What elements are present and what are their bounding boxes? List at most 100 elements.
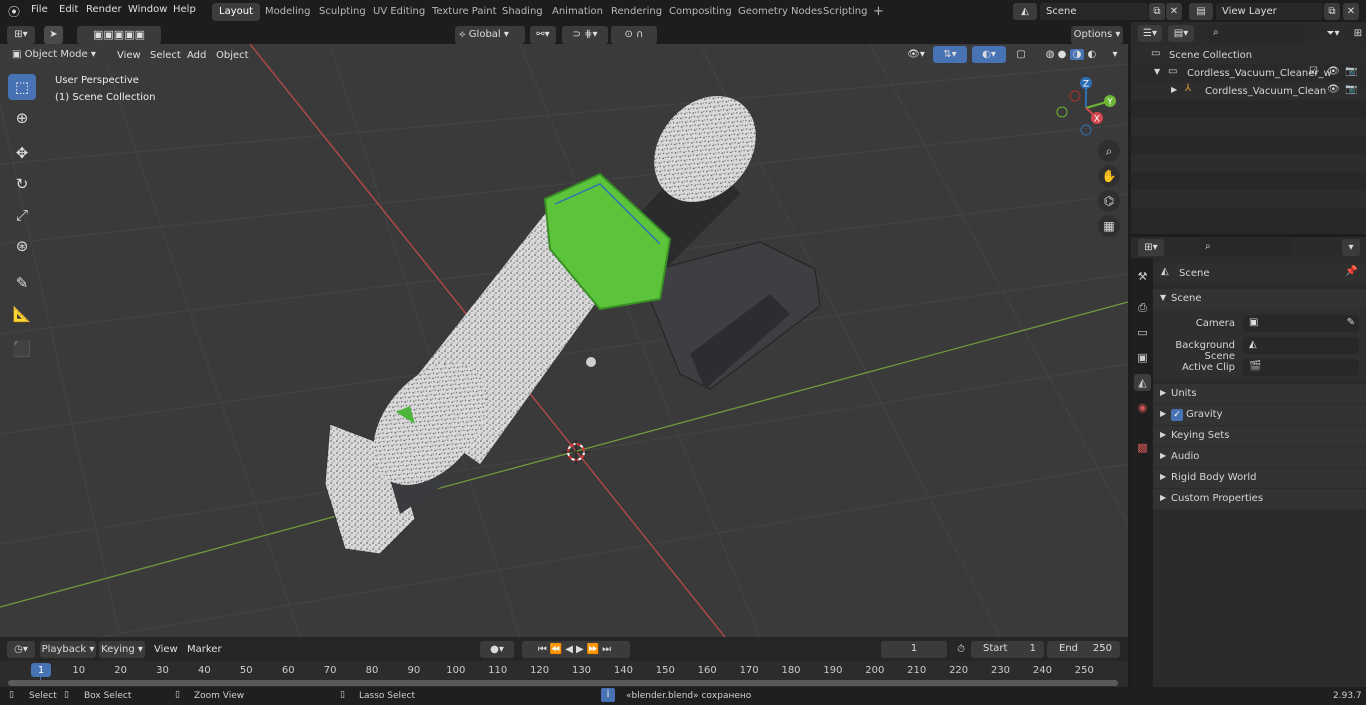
auto-keying-icon[interactable]: ●▾ [480, 641, 514, 658]
measure-tool-icon[interactable]: 📐 [8, 301, 36, 327]
menu-object[interactable]: Object [216, 50, 249, 61]
view-layer-copy-icon[interactable]: ⧉ [1324, 3, 1340, 20]
checkbox-icon[interactable]: ☑ [1309, 66, 1318, 77]
menu-select[interactable]: Select [150, 50, 181, 61]
view-layer-browse-icon[interactable]: ▤ [1189, 3, 1213, 20]
transform-orientation[interactable]: ⟡ Global ▾ [455, 26, 525, 44]
scene-name-field[interactable]: Scene [1040, 3, 1148, 20]
menu-add[interactable]: Add [187, 50, 206, 61]
camera-icon[interactable]: 📷 [1345, 66, 1357, 77]
units-panel[interactable]: ▶ Units [1153, 384, 1366, 404]
gizmo-toggle-icon[interactable]: ⇅▾ [933, 46, 967, 63]
3d-cursor[interactable] [562, 438, 590, 466]
props-editor-icon[interactable]: ⊞▾ [1138, 239, 1164, 256]
pivot-point-icon[interactable]: ⚯▾ [530, 26, 556, 44]
rotate-tool-icon[interactable]: ↻ [8, 171, 36, 197]
menu-help[interactable]: Help [173, 4, 196, 15]
background-scene-field[interactable]: ◭ [1243, 337, 1359, 354]
props-search-input[interactable]: ⌕ [1199, 239, 1291, 256]
scene-copy-icon[interactable]: ⧉ [1149, 3, 1165, 20]
current-frame-field[interactable]: 1 [881, 641, 947, 658]
options-button[interactable]: Options ▾ [1071, 26, 1123, 44]
blender-logo-icon[interactable]: ⦿ [8, 3, 20, 20]
orthographic-toggle-icon[interactable]: ▦ [1098, 215, 1120, 237]
selection-mode-icons[interactable]: ▣▣▣▣▣ [77, 26, 161, 44]
end-frame-field[interactable]: End 250 [1047, 641, 1120, 658]
stopwatch-icon[interactable]: ⏱ [953, 641, 969, 658]
tab-sculpting[interactable]: Sculpting [312, 3, 373, 21]
xray-icon[interactable]: ▢ [1013, 46, 1029, 63]
3d-viewport[interactable]: User Perspective (1) Scene Collection Z … [0, 44, 1128, 637]
menu-edit[interactable]: Edit [59, 4, 78, 15]
scene-panel-header[interactable]: ▼ Scene [1153, 289, 1366, 309]
move-tool-icon[interactable]: ✥ [8, 140, 36, 166]
visibility-icon[interactable]: 👁▾ [902, 46, 930, 63]
gravity-checkbox[interactable]: ✓ [1171, 409, 1183, 421]
tab-animation[interactable]: Animation [545, 3, 610, 21]
audio-panel[interactable]: ▶ Audio [1153, 447, 1366, 467]
add-cube-tool-icon[interactable]: ⬛ [8, 336, 36, 362]
playback-controls[interactable]: ⏮⏪◀▶⏩⏭ [522, 641, 630, 658]
output-tab-icon[interactable]: ▭ [1134, 324, 1151, 341]
navigation-gizmo[interactable]: Z Y X [1050, 72, 1125, 142]
cursor-tool-icon[interactable]: ⊕ [8, 105, 36, 131]
gravity-panel[interactable]: ▶ ✓ Gravity [1153, 405, 1366, 425]
tab-uv-editing[interactable]: UV Editing [366, 3, 432, 21]
outliner-editor-icon[interactable]: ☰▾ [1138, 25, 1162, 42]
filter-icon[interactable]: ⏷▾ [1319, 25, 1347, 42]
eye-icon[interactable]: 👁 [1327, 84, 1340, 95]
start-frame-field[interactable]: Start 1 [971, 641, 1044, 658]
tab-modeling[interactable]: Modeling [258, 3, 318, 21]
pin-icon[interactable]: 📌 [1345, 266, 1357, 277]
tab-rendering[interactable]: Rendering [604, 3, 669, 21]
outliner-row-root[interactable]: ▭ Scene Collection [1131, 46, 1366, 64]
snap-icon[interactable]: ⊃ ⋕▾ [562, 26, 608, 44]
object-mode-select[interactable]: ▣ Object Mode ▾ [8, 46, 106, 63]
vacuum-model[interactable] [324, 76, 821, 555]
scale-tool-icon[interactable]: ⤢ [8, 202, 36, 228]
tab-compositing[interactable]: Compositing [662, 3, 739, 21]
display-mode-icon[interactable]: ▤▾ [1168, 25, 1194, 42]
pan-view-icon[interactable]: ✋ [1098, 165, 1120, 187]
menu-window[interactable]: Window [128, 4, 167, 15]
view-layer-tab-icon[interactable]: ▣ [1134, 349, 1151, 366]
proportional-edit-icon[interactable]: ⊙ ∩ [611, 26, 657, 44]
new-collection-icon[interactable]: ⊞ [1351, 25, 1365, 42]
rigid-body-panel[interactable]: ▶ Rigid Body World [1153, 468, 1366, 488]
playback-menu[interactable]: Playback ▾ [40, 641, 96, 658]
zoom-view-icon[interactable]: ⌕ [1098, 140, 1120, 162]
scene-tab-icon[interactable]: ◭ [1134, 374, 1151, 391]
world-tab-icon[interactable]: ◉ [1134, 399, 1151, 416]
outliner-row-collection[interactable]: ▼ ▭ Cordless_Vacuum_Cleaner_w ☑ 👁 📷 [1131, 64, 1366, 82]
keying-menu[interactable]: Keying ▾ [99, 641, 145, 658]
shading-mode-icons[interactable]: ◍ ● ◑ ◐ [1035, 46, 1107, 63]
camera-icon[interactable]: 📷 [1345, 84, 1357, 95]
overlay-toggle-icon[interactable]: ◐▾ [972, 46, 1006, 63]
transform-tool-icon[interactable]: ⊛ [8, 233, 36, 259]
annotate-tool-icon[interactable]: ✎ [8, 270, 36, 296]
camera-field[interactable]: ▣ ✎ [1243, 315, 1359, 332]
props-options-icon[interactable]: ▾ [1342, 239, 1360, 256]
tool-tab-icon[interactable]: ⚒ [1134, 268, 1151, 285]
outliner-search-input[interactable]: ⌕ [1207, 25, 1303, 42]
menu-view[interactable]: View [117, 50, 141, 61]
tab-layout[interactable]: Layout [212, 3, 260, 21]
tab-geometry-nodes[interactable]: Geometry Nodes [731, 3, 829, 21]
shading-dropdown-icon[interactable]: ▾ [1108, 46, 1122, 63]
add-workspace-icon[interactable]: + [866, 3, 891, 21]
view-layer-field[interactable]: View Layer [1216, 3, 1323, 20]
timeline-view-menu[interactable]: View [154, 644, 178, 655]
scene-close-icon[interactable]: ✕ [1166, 3, 1182, 20]
tab-texture-paint[interactable]: Texture Paint [425, 3, 504, 21]
timeline-marker-menu[interactable]: Marker [187, 644, 222, 655]
select-box-tool-icon[interactable]: ⬚ [8, 74, 36, 100]
custom-properties-panel[interactable]: ▶ Custom Properties [1153, 489, 1366, 509]
menu-render[interactable]: Render [86, 4, 122, 15]
editor-type-icon[interactable]: ⊞▾ [7, 26, 35, 44]
outliner-row-object[interactable]: ▶ ⅄ Cordless_Vacuum_Clean 👁 📷 [1131, 82, 1366, 100]
active-clip-field[interactable]: 🎬 [1243, 359, 1359, 376]
keying-sets-panel[interactable]: ▶ Keying Sets [1153, 426, 1366, 446]
tab-shading[interactable]: Shading [495, 3, 550, 21]
camera-view-icon[interactable]: ⌬ [1098, 190, 1120, 212]
timeline-scrollbar[interactable] [8, 680, 1118, 686]
